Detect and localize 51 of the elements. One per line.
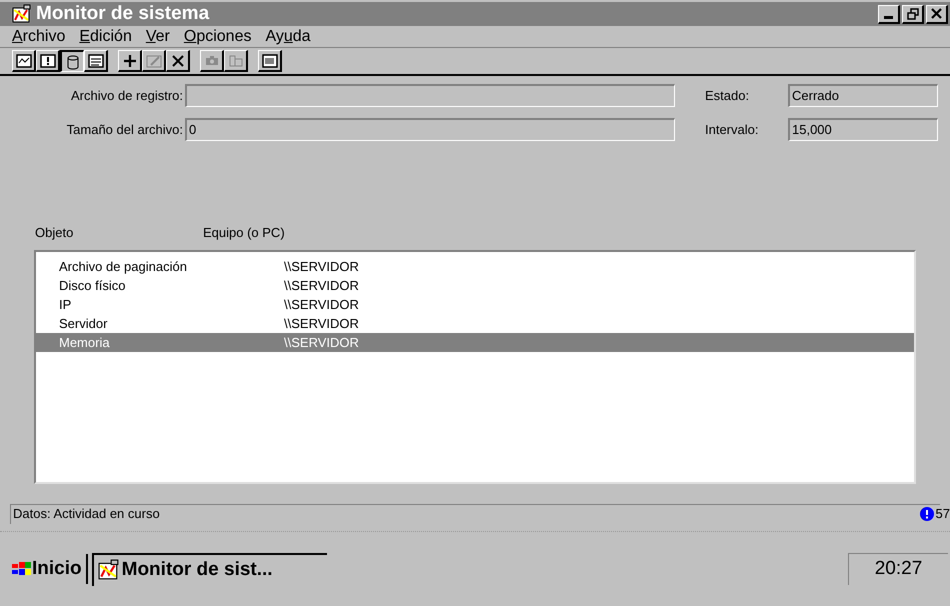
field-label: Intervalo: bbox=[705, 120, 760, 139]
minimize-button[interactable] bbox=[878, 4, 900, 24]
list-cell-text: \\SERVIDOR bbox=[284, 258, 359, 276]
state-field[interactable]: Cerrado bbox=[788, 84, 938, 107]
restore-button[interactable] bbox=[902, 4, 924, 24]
chart-icon bbox=[14, 52, 32, 70]
list-cell-text: \\SERVIDOR bbox=[284, 276, 359, 295]
file-size-field[interactable]: 0 bbox=[185, 118, 675, 141]
taskbar-task[interactable]: Monitor de sist... bbox=[92, 552, 327, 586]
column-header: Equipo (o PC) bbox=[203, 224, 285, 242]
alert-icon bbox=[38, 52, 56, 70]
restore-icon bbox=[906, 8, 918, 20]
status-counter: 57 bbox=[936, 505, 950, 524]
close-button[interactable] bbox=[926, 4, 948, 24]
interval-field[interactable]: 15,000 bbox=[788, 118, 938, 141]
status-text: Datos: Actividad en curso bbox=[10, 504, 160, 524]
window-title: Monitor de sistema bbox=[36, 2, 210, 26]
start-button[interactable]: Inicio bbox=[12, 554, 88, 584]
menu-item[interactable]: Archivo bbox=[12, 24, 66, 48]
list-cell-text: \\SERVIDOR bbox=[284, 334, 359, 352]
clock: 20:27 bbox=[848, 553, 948, 585]
close-icon bbox=[931, 8, 942, 19]
windows-logo-icon bbox=[12, 561, 32, 577]
menu-item[interactable]: Ayuda bbox=[265, 24, 311, 48]
list-cell-text: \\SERVIDOR bbox=[284, 314, 359, 333]
list-row[interactable]: Servidor \\SERVIDOR bbox=[36, 314, 914, 333]
list-cell-text: Disco físico bbox=[59, 276, 126, 295]
field-label: Archivo de registro: bbox=[70, 86, 184, 105]
chart-icon bbox=[98, 559, 120, 581]
list-row[interactable]: Archivo de paginación \\SERVIDOR bbox=[36, 257, 914, 276]
menu-item[interactable]: Opciones bbox=[184, 24, 252, 48]
log-file-field[interactable] bbox=[185, 84, 675, 107]
menu-item[interactable]: Ver bbox=[146, 24, 170, 48]
info-icon bbox=[920, 507, 934, 521]
sheet-icon bbox=[260, 52, 278, 70]
list-row[interactable]: IP \\SERVIDOR bbox=[36, 295, 914, 314]
chart-icon bbox=[12, 4, 32, 24]
document-icon bbox=[86, 52, 104, 70]
list-row[interactable]: Memoria \\SERVIDOR bbox=[36, 333, 914, 352]
minimize-icon bbox=[884, 16, 893, 18]
list-cell-text: Memoria bbox=[59, 334, 111, 352]
list-cell-text: Servidor bbox=[59, 314, 108, 333]
field-label: Estado: bbox=[705, 86, 750, 105]
toolbar-button[interactable] bbox=[60, 50, 84, 72]
field-label: Tamaño del archivo: bbox=[66, 120, 184, 139]
column-header: Objeto bbox=[35, 224, 74, 242]
list-cell-text: \\SERVIDOR bbox=[284, 296, 359, 314]
list-cell-text: IP bbox=[59, 296, 72, 314]
list-row[interactable]: Disco físico \\SERVIDOR bbox=[36, 276, 914, 295]
list-cell-text: Archivo de paginación bbox=[59, 258, 188, 276]
menu-item[interactable]: Edición bbox=[79, 24, 132, 48]
